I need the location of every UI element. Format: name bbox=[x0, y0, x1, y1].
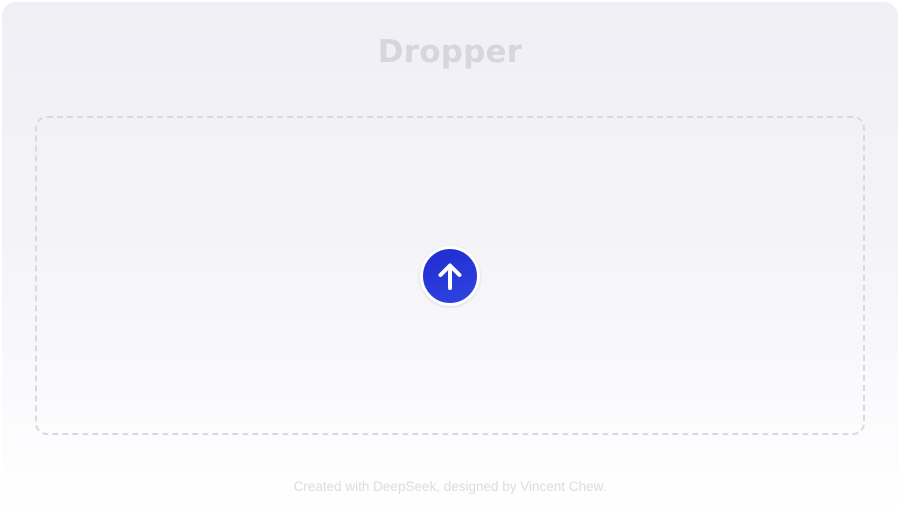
footer-credit: Created with DeepSeek, designed by Vince… bbox=[293, 479, 607, 494]
page-title: Dropper bbox=[377, 34, 523, 70]
upload-button[interactable] bbox=[420, 246, 480, 306]
app-window: Dropper Created with DeepSeek, designed … bbox=[2, 2, 898, 518]
arrow-up-icon bbox=[438, 263, 462, 290]
